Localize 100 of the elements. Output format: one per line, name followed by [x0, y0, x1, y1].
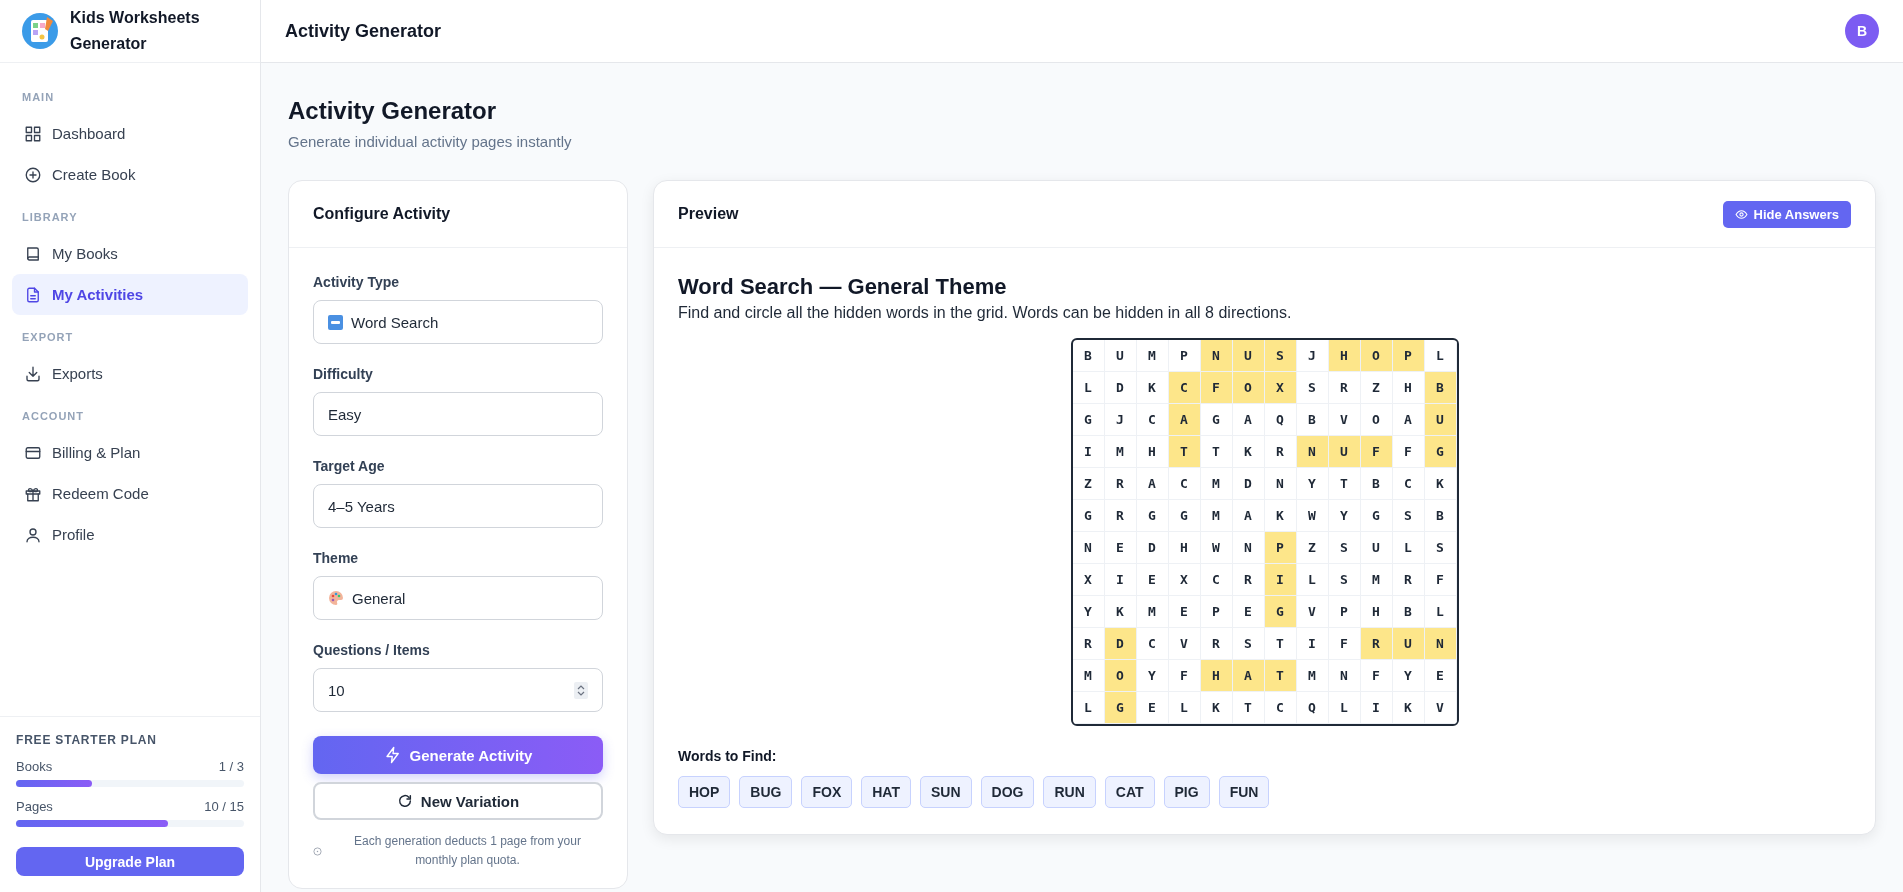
grid-cell: A	[1136, 468, 1169, 500]
section-label: LIBRARY	[21, 210, 79, 225]
grid-cell: D	[1232, 468, 1265, 500]
grid-cell: J	[1296, 340, 1329, 372]
book-icon	[24, 244, 42, 263]
grid-cell: N	[1296, 436, 1329, 468]
grid-cell: S	[1424, 532, 1457, 564]
grid-cell: F	[1392, 436, 1425, 468]
lightning-icon	[383, 746, 402, 764]
field-value: General	[352, 589, 406, 607]
select-field[interactable]: Word Search	[313, 300, 603, 344]
grid-cell: G	[1360, 500, 1393, 532]
grid-cell: K	[1232, 436, 1265, 468]
spinner-icon[interactable]	[574, 681, 588, 699]
grid-cell: R	[1104, 468, 1137, 500]
grid-cell: A	[1232, 404, 1265, 436]
hide-answers-button[interactable]: Hide Answers	[1722, 200, 1851, 228]
grid-cell: A	[1392, 404, 1425, 436]
grid-cell: V	[1424, 692, 1457, 724]
grid-cell: D	[1104, 628, 1137, 660]
nav-item[interactable]: My Activities	[12, 274, 248, 315]
grid-cell: L	[1296, 564, 1329, 596]
new-variation-button[interactable]: New Variation	[313, 782, 603, 820]
grid-cell: Z	[1072, 468, 1105, 500]
grid-cell: N	[1072, 532, 1105, 564]
nav-item[interactable]: Redeem Code	[12, 473, 248, 514]
grid-cell: F	[1200, 372, 1233, 404]
grid-cell: O	[1360, 340, 1393, 372]
eye-icon	[1734, 207, 1748, 221]
grid-cell: H	[1392, 372, 1425, 404]
grid-cell: N	[1200, 340, 1233, 372]
grid-cell: F	[1360, 436, 1393, 468]
field-value: Word Search	[351, 313, 439, 331]
grid-cell: C	[1392, 468, 1425, 500]
nav-item[interactable]: Billing & Plan	[12, 432, 248, 473]
grid-cell: L	[1328, 692, 1361, 724]
plan-title: FREE STARTER PLAN	[16, 733, 158, 747]
select-field[interactable]: Easy	[313, 392, 603, 436]
grid-cell: N	[1232, 532, 1265, 564]
field-label: Theme	[313, 550, 360, 566]
grid-cell: L	[1168, 692, 1201, 724]
nav-item[interactable]: Profile	[12, 514, 248, 555]
grid-cell: Y	[1296, 468, 1329, 500]
meter-label: Pages	[16, 799, 53, 814]
grid-cell: K	[1200, 692, 1233, 724]
upgrade-button[interactable]: Upgrade Plan	[16, 847, 244, 876]
grid-cell: M	[1136, 340, 1169, 372]
grid-cell: H	[1328, 340, 1361, 372]
grid-cell: A	[1232, 660, 1265, 692]
grid-cell: Q	[1264, 404, 1297, 436]
grid-cell: I	[1264, 564, 1297, 596]
grid-cell: P	[1200, 596, 1233, 628]
card-title: Configure Activity	[313, 205, 451, 223]
word-chip: FUN	[1218, 776, 1270, 808]
grid-cell: U	[1104, 340, 1137, 372]
field-label: Difficulty	[313, 366, 374, 382]
plus-circle-icon	[24, 165, 42, 184]
grid-cell: B	[1072, 340, 1105, 372]
grid-cell: X	[1072, 564, 1105, 596]
page-title: Activity Generator	[288, 97, 498, 125]
grid-cell: S	[1328, 564, 1361, 596]
grid-cell: Y	[1392, 660, 1425, 692]
generate-button[interactable]: Generate Activity	[313, 736, 603, 774]
nav-item[interactable]: Dashboard	[12, 113, 248, 154]
grid-cell: I	[1296, 628, 1329, 660]
grid-cell: R	[1360, 628, 1393, 660]
grid-cell: S	[1264, 340, 1297, 372]
avatar[interactable]: B	[1845, 14, 1879, 48]
grid-cell: R	[1232, 564, 1265, 596]
select-field[interactable]: General	[313, 576, 603, 620]
grid-cell: P	[1264, 532, 1297, 564]
grid-cell: E	[1232, 596, 1265, 628]
grid-cell: G	[1200, 404, 1233, 436]
field-label: Questions / Items	[313, 642, 431, 658]
word-chip: HAT	[861, 776, 911, 808]
grid-cell: O	[1104, 660, 1137, 692]
grid-cell: S	[1328, 532, 1361, 564]
grid-cell: Y	[1328, 500, 1361, 532]
grid-cell: O	[1232, 372, 1265, 404]
grid-cell: V	[1296, 596, 1329, 628]
grid-cell: G	[1264, 596, 1297, 628]
grid-cell: K	[1424, 468, 1457, 500]
number-field[interactable]: 10	[313, 668, 603, 712]
nav-item[interactable]: Create Book	[12, 154, 248, 195]
nav-item[interactable]: Exports	[12, 353, 248, 394]
file-icon	[24, 285, 42, 304]
select-field[interactable]: 4–5 Years	[313, 484, 603, 528]
grid-cell: H	[1136, 436, 1169, 468]
grid-cell: R	[1392, 564, 1425, 596]
app-name: Kids Worksheets Generator	[70, 8, 200, 54]
grid-cell: T	[1200, 436, 1233, 468]
grid-cell: U	[1328, 436, 1361, 468]
grid-cell: R	[1264, 436, 1297, 468]
word-chip: RUN	[1043, 776, 1096, 808]
grid-cell: A	[1168, 404, 1201, 436]
grid-cell: V	[1168, 628, 1201, 660]
nav-item[interactable]: My Books	[12, 233, 248, 274]
section-label: EXPORT	[21, 330, 75, 345]
palette-icon	[328, 590, 344, 606]
download-icon	[24, 364, 42, 383]
